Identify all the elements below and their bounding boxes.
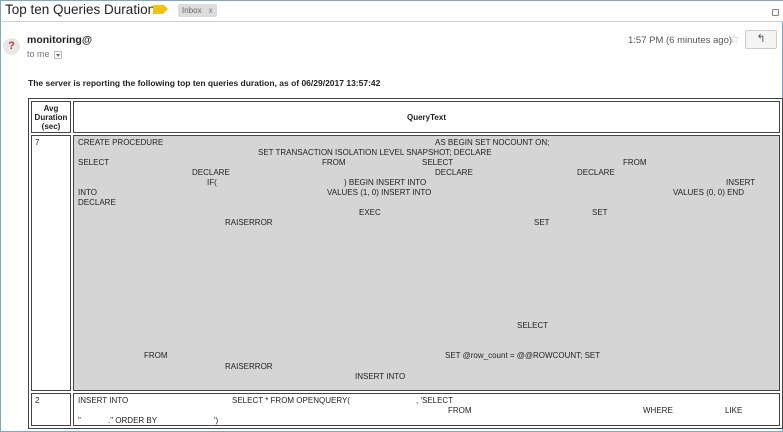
column-header-querytext: QueryText [73,101,780,133]
query-token: SELECT [517,321,549,330]
table-row: 2 INSERT INTO SELECT * FROM OPENQUERY( ,… [31,393,780,426]
label-tag-icon[interactable] [153,5,168,14]
email-subject: Top ten Queries Duration [5,2,156,17]
query-token: INSERT INTO [355,372,406,381]
recipient-label: to me [27,49,50,59]
query-token: SET [592,208,608,217]
query-token: FROM [448,406,472,415]
inbox-label-chip[interactable]: Inbox x [178,4,217,17]
table-header-row: Avg Duration (sec) QueryText [31,101,780,133]
query-token: SELECT [422,158,454,167]
show-details-icon[interactable] [54,50,63,59]
query-token: FROM [322,158,346,167]
query-token: DECLARE [78,198,116,207]
query-token: DECLARE [577,168,615,177]
query-token: IF( [207,178,217,187]
recipient-line: to me [27,49,63,59]
query-token: INSERT INTO [78,396,129,405]
query-token: SET TRANSACTION ISOLATION LEVEL SNAPSHOT… [258,148,492,157]
query-token: AS BEGIN SET NOCOUNT ON; [435,138,550,147]
report-table: Avg Duration (sec) QueryText 7 CREATE PR… [28,98,783,429]
query-text-cell: CREATE PROCEDURE AS BEGIN SET NOCOUNT ON… [73,135,780,391]
query-token: RAISERROR [225,362,273,371]
query-token: DECLARE [435,168,473,177]
query-token: SELECT * FROM OPENQUERY( [232,396,350,405]
query-token: VALUES (0, 0) END [673,188,744,197]
query-token: WHERE [643,406,673,415]
query-token: ) BEGIN INSERT INTO [344,178,427,187]
query-token: LIKE [725,406,743,415]
query-token: , 'SELECT [416,396,454,405]
star-icon[interactable]: ☆ [729,32,740,46]
query-token: FROM [623,158,647,167]
reply-button[interactable]: ↰ [745,30,777,49]
query-token: DECLARE [192,168,230,177]
print-icon[interactable] [772,9,779,16]
sender-avatar: ? [3,38,20,55]
query-token: EXEC [359,208,381,217]
query-text-cell: INSERT INTO SELECT * FROM OPENQUERY( , '… [73,393,780,426]
timestamp: 1:57 PM (6 minutes ago) [628,35,733,46]
remove-label-icon[interactable]: x [209,6,213,15]
sender-name: monitoring@ [27,34,93,46]
query-token: SET [534,218,550,227]
inbox-chip-label: Inbox [182,6,202,15]
subject-bar: Top ten Queries Duration Inbox x [2,1,783,22]
query-token: VALUES (1, 0) INSERT INTO [327,188,432,197]
query-token: INSERT [726,178,756,187]
query-token: CREATE PROCEDURE [78,138,164,147]
column-header-duration: Avg Duration (sec) [31,101,71,133]
query-token: SELECT [78,158,110,167]
query-token: SET @row_count = @@ROWCOUNT; SET [445,351,601,360]
query-token: " [78,416,81,425]
query-token: FROM [144,351,168,360]
query-token: ." ORDER BY [108,416,158,425]
intro-text: The server is reporting the following to… [28,78,381,88]
query-token: INTO [78,188,97,197]
duration-cell: 7 [31,135,71,391]
email-window: Top ten Queries Duration Inbox x ? monito… [0,0,783,432]
query-token: ') [214,416,219,425]
table-row: 7 CREATE PROCEDURE AS BEGIN SET NOCOUNT … [31,135,780,391]
duration-cell: 2 [31,393,71,426]
query-token: RAISERROR [225,218,273,227]
